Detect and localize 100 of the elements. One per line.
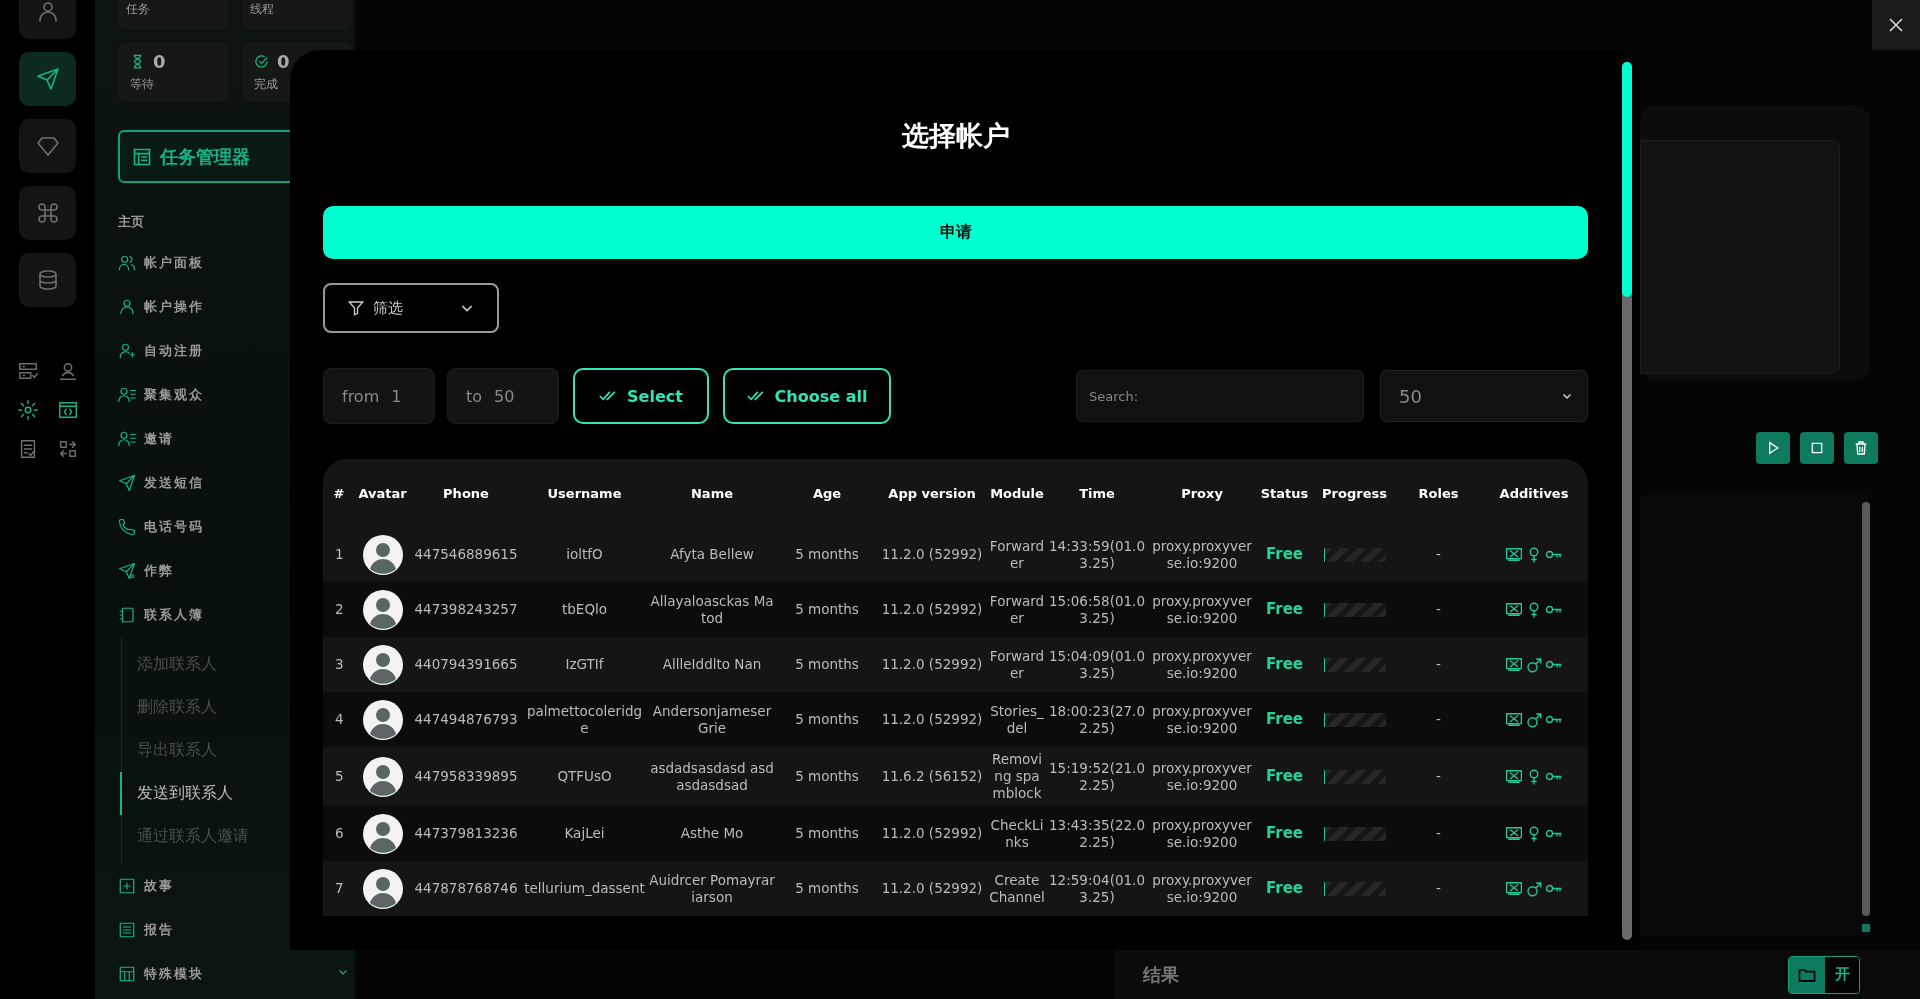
avatar-icon (362, 756, 403, 797)
nav-button[interactable] (19, 52, 76, 106)
nav-button[interactable] (19, 186, 76, 240)
phone-icon (118, 518, 136, 536)
key-icon (1545, 714, 1563, 725)
search-field[interactable]: Search: (1076, 370, 1364, 422)
no-media-icon (1505, 769, 1523, 784)
nav-button[interactable] (19, 119, 76, 173)
phone-cell-text: 447546889615 (413, 545, 519, 564)
progress-bar (1323, 602, 1386, 617)
folder-button[interactable] (1789, 956, 1825, 993)
plus-icon (118, 877, 136, 895)
scrollbar[interactable] (1862, 502, 1870, 916)
user-list-icon (118, 430, 136, 448)
avatar-icon (362, 813, 403, 854)
status-label: Free (1265, 878, 1304, 899)
counter-label: 等待 (130, 76, 154, 93)
filter-icon (347, 299, 365, 317)
phone-cell-text: 447878768746 (413, 879, 519, 898)
sidebar-item[interactable]: 报告 (118, 908, 355, 952)
name-cell-text: Andersonjameser Grie (651, 701, 773, 738)
column-header: Roles (1417, 485, 1460, 501)
key-icon (1545, 883, 1563, 894)
to-field[interactable]: to 50 (447, 368, 559, 424)
column-header: Avatar (357, 485, 408, 501)
roles-cell-text: - (1435, 655, 1442, 674)
avatar-icon (362, 644, 403, 685)
board-icon (132, 146, 152, 167)
counter-label: 完成 (254, 76, 278, 93)
no-media-icon (1505, 826, 1523, 841)
roles-cell-text: - (1435, 710, 1442, 729)
male-icon (1525, 879, 1543, 898)
close-button[interactable] (1872, 0, 1920, 50)
server-icon[interactable] (16, 360, 39, 382)
send-icon (118, 474, 136, 492)
age-cell-text: 5 months (794, 710, 860, 729)
key-icon (1545, 604, 1563, 615)
no-media-icon (1505, 547, 1523, 562)
section-heading: 主页 (118, 213, 145, 231)
resize-handle[interactable] (1862, 924, 1870, 932)
from-field[interactable]: from 1 (323, 368, 435, 424)
send-icon (35, 67, 60, 91)
user-icon (118, 298, 136, 316)
username-cell-text: tellurium_dassent (523, 879, 646, 898)
play-button[interactable] (1756, 432, 1790, 464)
version-cell-text: 11.2.0 (52992) (880, 879, 984, 898)
time-cell-text: 15:04:09(01.03.25) (1048, 646, 1146, 683)
key-icon (1545, 828, 1563, 839)
time-cell-text: 15:06:58(01.03.25) (1048, 591, 1146, 628)
choose-all-button[interactable]: Choose all (723, 368, 891, 424)
time-cell-text: 13:43:35(22.02.25) (1048, 815, 1146, 852)
status-label: Free (1265, 823, 1304, 844)
username-cell-text: palmettocoleridge (525, 701, 644, 738)
male-icon (1525, 655, 1543, 674)
results-heading: 结果 (1143, 962, 1179, 987)
gear-icon[interactable] (16, 399, 39, 421)
avatar-icon (362, 589, 403, 630)
progress-bar (1323, 826, 1386, 841)
apply-button[interactable]: 申请 (323, 206, 1588, 259)
counter-value: 0 (153, 51, 166, 72)
name-cell-text: Asthe Mo (679, 824, 745, 843)
proxy-cell-text: proxy.proxyverse.io:9200 (1151, 870, 1253, 907)
page-size-dropdown[interactable]: 50 (1380, 370, 1588, 422)
column-header: Proxy (1180, 485, 1224, 501)
open-button[interactable]: 开 (1825, 956, 1859, 993)
column-header: Status (1259, 485, 1310, 501)
close-icon (1887, 16, 1905, 34)
column-header: Additives (1498, 485, 1570, 501)
progress-bar (1323, 712, 1386, 727)
age-cell-text: 5 months (794, 545, 860, 564)
row-number: 6 (334, 824, 345, 843)
filter-dropdown[interactable]: 筛选 (323, 283, 499, 333)
list-icon (118, 921, 136, 939)
module-cell-text: Forwarder (988, 591, 1046, 628)
username-cell-text: IzGTIf (564, 655, 605, 674)
key-icon (1545, 659, 1563, 670)
version-cell-text: 11.2.0 (52992) (880, 655, 984, 674)
sidebar-item[interactable]: 特殊模块 (118, 952, 355, 996)
stop-button[interactable] (1800, 432, 1834, 464)
time-cell-text: 15:19:52(21.02.25) (1048, 758, 1146, 795)
select-button[interactable]: Select (573, 368, 709, 424)
column-header: Time (1078, 485, 1116, 501)
column-header: Age (811, 485, 843, 501)
phone-cell-text: 447398243257 (413, 600, 519, 619)
scrollbar[interactable] (1622, 62, 1632, 940)
module-cell-text: Create Channel (988, 870, 1046, 907)
avatar-icon (362, 868, 403, 909)
delete-button[interactable] (1844, 432, 1878, 464)
status-label: Free (1265, 544, 1304, 565)
stop-icon (1809, 440, 1825, 456)
module-cell-text: Forwarder (988, 646, 1046, 683)
age-cell-text: 5 months (794, 600, 860, 619)
name-cell-text: Afyta Bellew (669, 545, 755, 564)
stat-label: 线程 (250, 1, 274, 18)
user-list-icon (118, 386, 136, 404)
nav-button[interactable] (19, 0, 76, 39)
code-window-icon[interactable] (56, 399, 79, 421)
phone-cell-text: 447379813236 (413, 824, 519, 843)
roles-cell-text: - (1435, 545, 1442, 564)
nav-button[interactable] (19, 253, 76, 307)
